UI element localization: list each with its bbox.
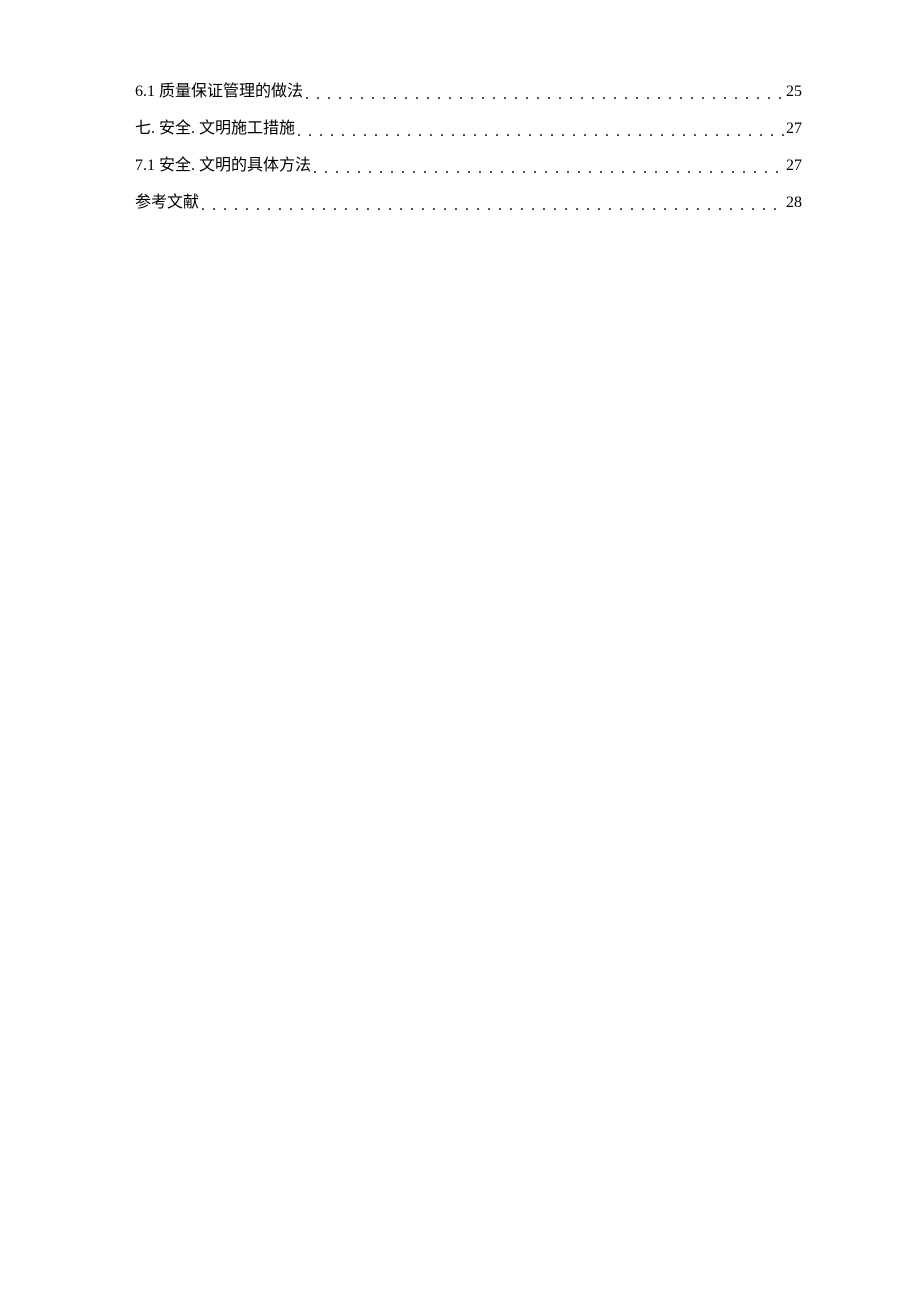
toc-title: 参考文献 — [135, 191, 199, 215]
toc-title: 7.1 安全. 文明的具体方法 — [135, 154, 311, 178]
toc-page-number: 25 — [786, 80, 802, 104]
toc-title: 七. 安全. 文明施工措施 — [135, 117, 295, 141]
toc-dots: . . . . . . . . . . . . . . . . . . . . … — [201, 194, 784, 218]
toc-dots: . . . . . . . . . . . . . . . . . . . . … — [297, 120, 784, 144]
toc-page-number: 28 — [786, 191, 802, 215]
toc-title: 6.1 质量保证管理的做法 — [135, 80, 303, 104]
toc-entry: 参考文献 . . . . . . . . . . . . . . . . . .… — [135, 191, 802, 215]
toc-entry: 7.1 安全. 文明的具体方法 . . . . . . . . . . . . … — [135, 154, 802, 178]
toc-page-number: 27 — [786, 154, 802, 178]
toc-dots: . . . . . . . . . . . . . . . . . . . . … — [305, 83, 784, 107]
table-of-contents: 6.1 质量保证管理的做法 . . . . . . . . . . . . . … — [135, 80, 802, 215]
toc-entry: 6.1 质量保证管理的做法 . . . . . . . . . . . . . … — [135, 80, 802, 104]
toc-dots: . . . . . . . . . . . . . . . . . . . . … — [313, 157, 784, 181]
toc-page-number: 27 — [786, 117, 802, 141]
toc-entry: 七. 安全. 文明施工措施 . . . . . . . . . . . . . … — [135, 117, 802, 141]
